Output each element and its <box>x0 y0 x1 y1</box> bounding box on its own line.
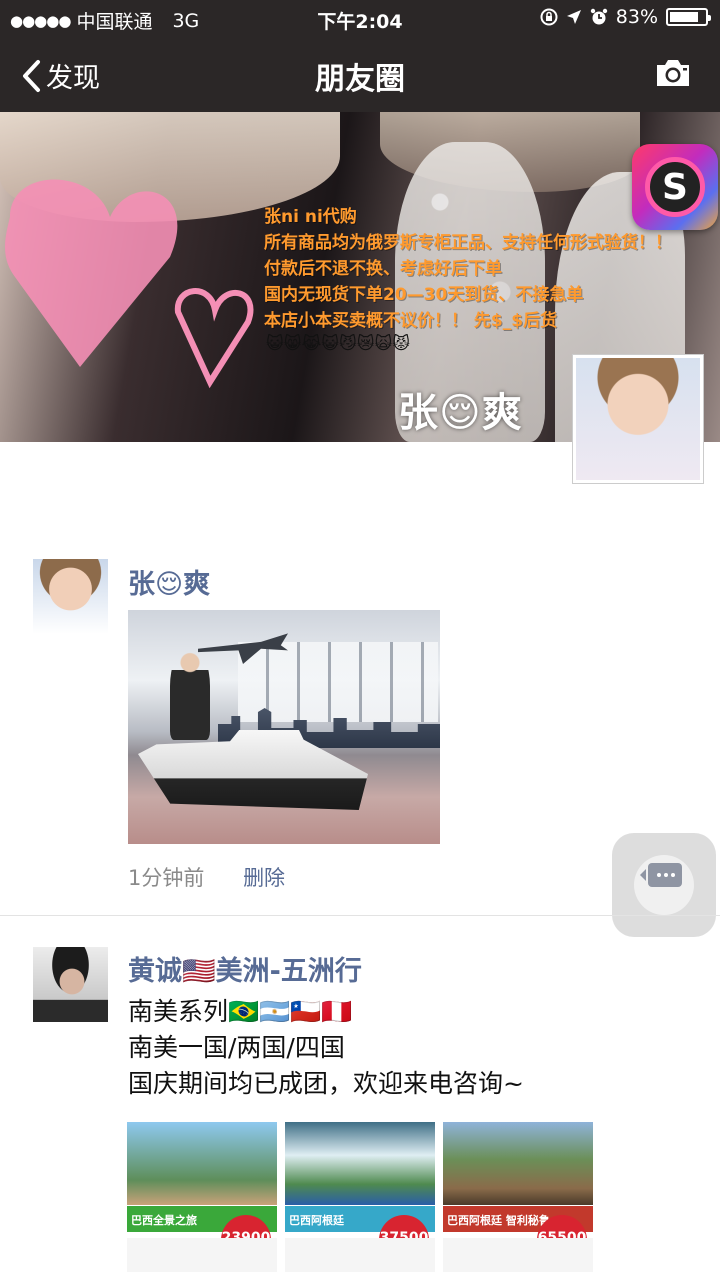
app-badge-letter: S <box>662 167 688 208</box>
post-text-line: 南美一国/两国/四国 <box>128 1033 345 1062</box>
delete-button[interactable]: 删除 <box>243 866 285 890</box>
photo-detail <box>238 642 438 722</box>
thumbnail-footer <box>127 1238 277 1272</box>
battery-percent: 83% <box>615 6 658 28</box>
cover-owner-name: 张😌爽 <box>398 390 523 436</box>
post-photo[interactable] <box>128 610 440 844</box>
photo-detail <box>170 650 210 740</box>
comment-action-button[interactable] <box>612 833 716 937</box>
alarm-icon <box>590 8 607 25</box>
status-right: 83% <box>540 6 711 28</box>
cover-caption: 张ni ni代购 所有商品均为俄罗斯专柜正品、支持任何形式验货！！ 付款后不退不… <box>264 204 672 334</box>
cover-emoji-row: 😺😸😹😺😼😿🙀😾 <box>266 334 410 354</box>
battery-icon <box>666 8 711 26</box>
post-time: 1分钟前 <box>128 866 205 890</box>
app-badge-ring: S <box>645 157 705 217</box>
thumbnail-footer <box>285 1238 435 1272</box>
heart-sticker <box>174 288 254 389</box>
app-badge-icon[interactable]: S <box>632 144 718 230</box>
post-thumbnail[interactable]: 巴西全景之旅 23900 <box>127 1122 277 1272</box>
divider <box>0 915 720 916</box>
profile-avatar[interactable] <box>573 355 703 483</box>
comment-bubble-icon <box>640 863 682 887</box>
orientation-lock-icon <box>540 8 558 26</box>
thumbnail-photo <box>285 1122 435 1205</box>
thumbnail-photo <box>443 1122 593 1205</box>
camera-button[interactable] <box>654 58 692 92</box>
post-text-line: 南美系列🇧🇷🇦🇷🇨🇱🇵🇪 <box>128 997 353 1026</box>
post-author[interactable]: 黄诚🇺🇸美洲-五洲行 <box>128 949 362 988</box>
avatar[interactable] <box>33 947 108 1022</box>
page-title: 朋友圈 <box>315 62 405 97</box>
cover-caption-line: 付款后不退不换、考虑好后下单 <box>264 259 502 279</box>
thumbnail-photo <box>127 1122 277 1205</box>
post-text: 南美系列🇧🇷🇦🇷🇨🇱🇵🇪 南美一国/两国/四国 国庆期间均已成团，欢迎来电咨询~ <box>128 994 524 1102</box>
cover-caption-line: 张ni ni代购 <box>264 207 357 227</box>
thumbnail-footer <box>443 1238 593 1272</box>
camera-icon <box>657 60 689 86</box>
post-text-line: 国庆期间均已成团，欢迎来电咨询~ <box>128 1069 524 1098</box>
battery-fill <box>670 12 699 22</box>
nav-bar: 发现 朋友圈 <box>0 36 720 112</box>
cover-caption-line: 所有商品均为俄罗斯专柜正品、支持任何形式验货！！ <box>264 233 672 253</box>
post-thumbnail[interactable]: 巴西阿根廷 37500 <box>285 1122 435 1272</box>
post-thumbnail[interactable]: 巴西阿根廷 智利秘鲁 65500 <box>443 1122 593 1272</box>
cover-caption-line: 国内无现货下单20—30天到货、不接急单 <box>264 285 584 305</box>
cover-caption-line: 本店小本买卖概不议价！！ 先$_$后货 <box>264 311 558 331</box>
post-meta: 1分钟前 删除 <box>128 862 285 892</box>
post-author[interactable]: 张😌爽 <box>128 562 210 601</box>
avatar[interactable] <box>33 559 108 634</box>
location-icon <box>566 10 581 24</box>
status-bar: ●●●●● 中国联通 3G 下午2:04 83% <box>0 0 720 36</box>
